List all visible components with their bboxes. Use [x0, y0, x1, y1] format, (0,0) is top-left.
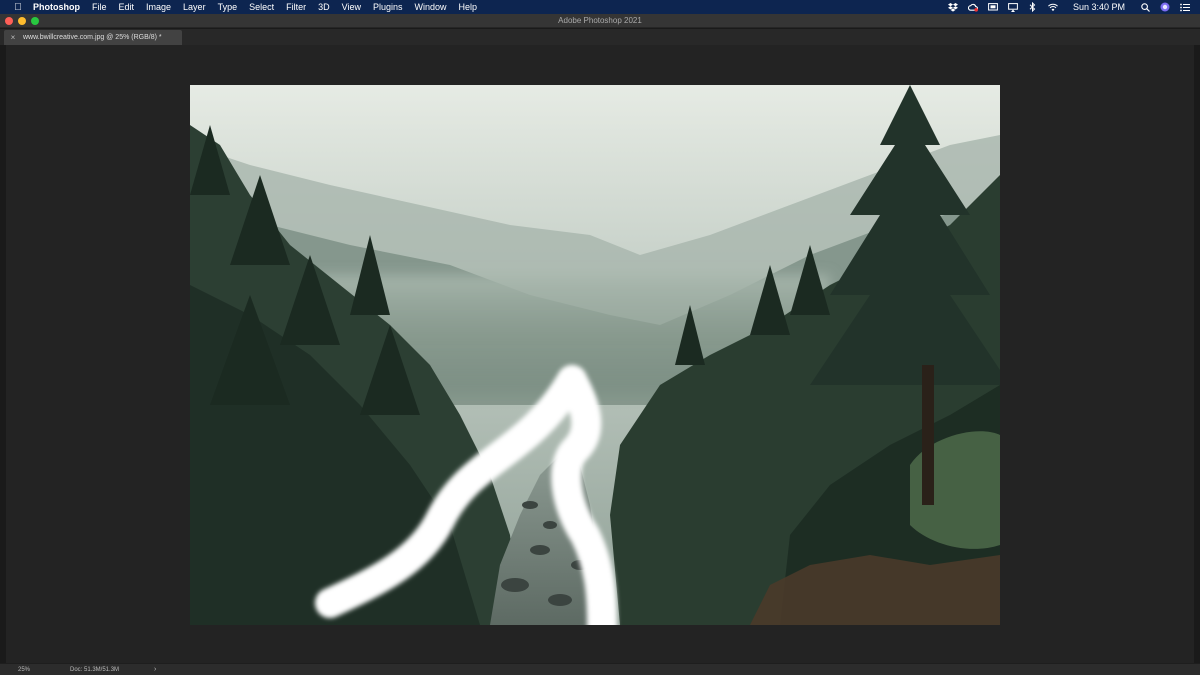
search-icon[interactable] — [1140, 2, 1150, 12]
menu-window[interactable]: Window — [409, 0, 453, 14]
document-tab[interactable]: × www.bwillcreative.com.jpg @ 25% (RGB/8… — [4, 30, 182, 45]
landscape-photo — [190, 85, 1000, 625]
wifi-icon[interactable] — [1048, 2, 1058, 12]
bluetooth-icon[interactable] — [1028, 2, 1038, 12]
dropbox-icon[interactable] — [947, 2, 958, 12]
window-title-bar: Adobe Photoshop 2021 — [0, 14, 1200, 28]
menu-3d[interactable]: 3D — [312, 0, 336, 14]
menu-file[interactable]: File — [86, 0, 113, 14]
menu-select[interactable]: Select — [243, 0, 280, 14]
notification-center-icon[interactable] — [1180, 2, 1190, 12]
screen-share-icon[interactable] — [988, 2, 998, 12]
menu-view[interactable]: View — [336, 0, 367, 14]
menu-image[interactable]: Image — [140, 0, 177, 14]
window-title: Adobe Photoshop 2021 — [558, 16, 642, 25]
canvas-workspace[interactable] — [6, 45, 1194, 663]
document-size: Doc: 51.3M/51.3M — [70, 666, 120, 673]
zoom-level[interactable]: 25% — [0, 667, 34, 673]
status-bar: 25% Doc: 51.3M/51.3M › — [0, 663, 1200, 675]
menu-help[interactable]: Help — [453, 0, 484, 14]
menu-edit[interactable]: Edit — [113, 0, 141, 14]
document-tab-label: www.bwillcreative.com.jpg @ 25% (RGB/8) … — [23, 34, 162, 41]
airplay-icon[interactable] — [1008, 2, 1018, 12]
menu-bar:  Photoshop File Edit Image Layer Type S… — [0, 0, 1200, 14]
creative-cloud-icon[interactable] — [967, 2, 978, 12]
chevron-right-icon[interactable]: › — [154, 666, 156, 673]
menu-filter[interactable]: Filter — [280, 0, 312, 14]
menu-app-photoshop[interactable]: Photoshop — [24, 0, 86, 14]
status-menu-area: Sun 3:40 PM — [943, 0, 1200, 14]
menu-type[interactable]: Type — [212, 0, 244, 14]
menu-plugins[interactable]: Plugins — [367, 0, 409, 14]
document-tab-bar: × www.bwillcreative.com.jpg @ 25% (RGB/8… — [0, 29, 1200, 45]
close-icon[interactable]: × — [8, 33, 18, 42]
menu-layer[interactable]: Layer — [177, 0, 212, 14]
apple-icon[interactable]:  — [12, 2, 24, 13]
document-canvas[interactable] — [190, 85, 1000, 625]
siri-icon[interactable] — [1160, 2, 1170, 12]
menu-clock[interactable]: Sun 3:40 PM — [1063, 2, 1135, 12]
